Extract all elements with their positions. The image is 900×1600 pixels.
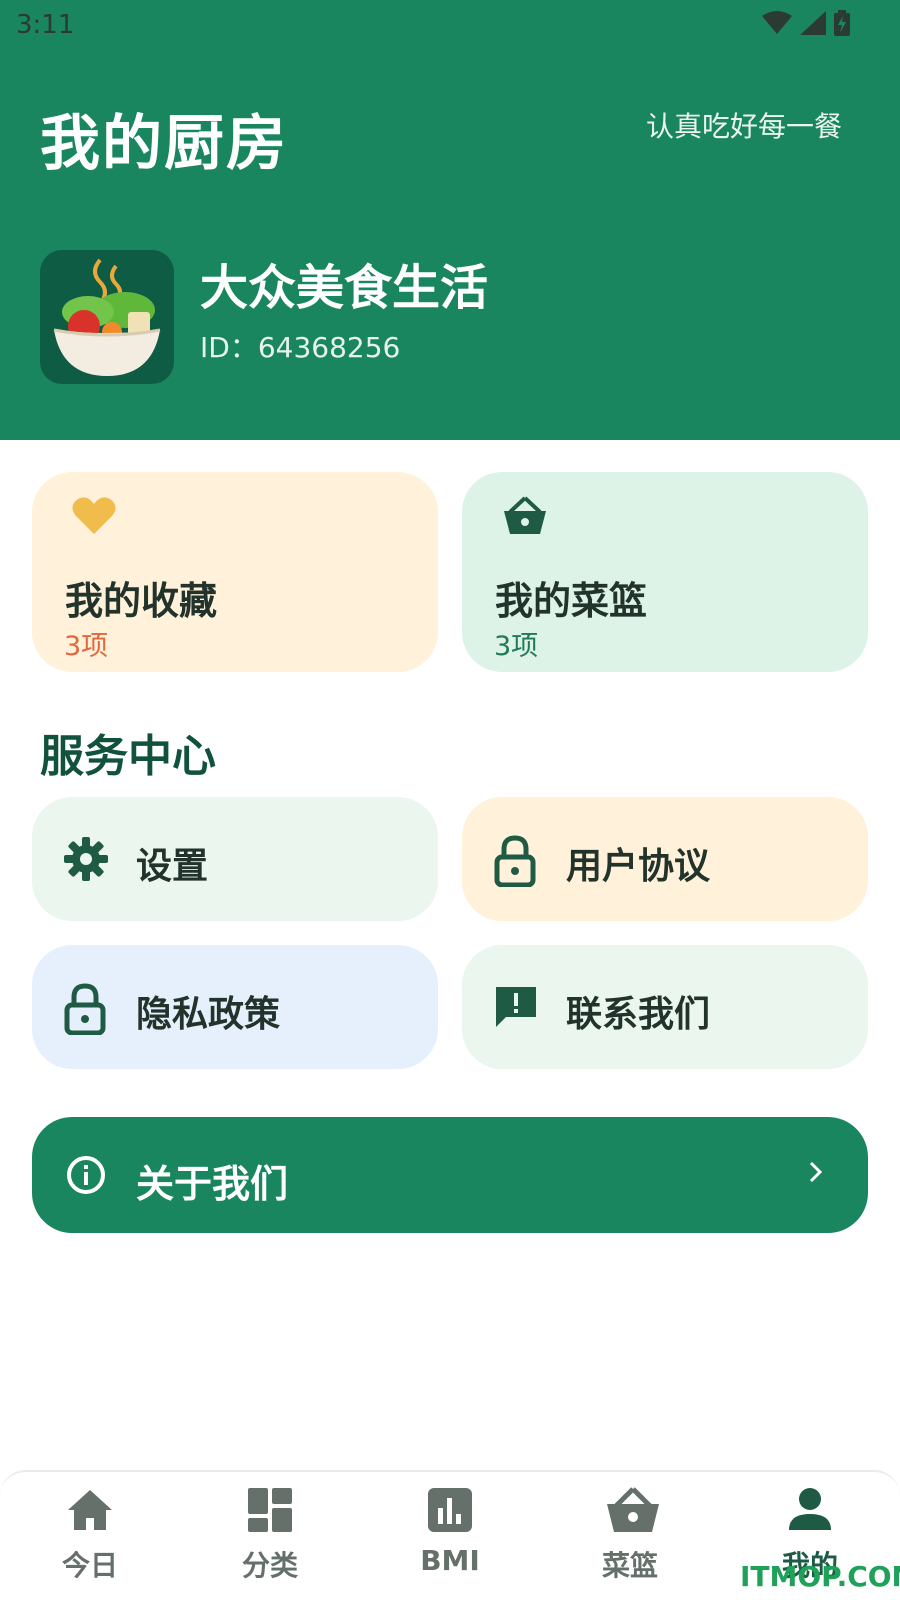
- about-us-label: 关于我们: [136, 1162, 289, 1206]
- lock-icon: [62, 983, 108, 1039]
- feedback-icon: [492, 983, 540, 1035]
- signal-icon: [800, 11, 826, 35]
- page-title: 我的厨房: [40, 109, 288, 179]
- nav-label-category: 分类: [241, 1549, 298, 1582]
- user-agreement-tile[interactable]: 用户协议: [462, 797, 868, 921]
- user-id: ID：64368256: [200, 331, 401, 364]
- contact-us-label: 联系我们: [566, 994, 711, 1035]
- person-icon: [786, 1486, 834, 1534]
- basket-card[interactable]: 我的菜篮 3项: [462, 472, 868, 672]
- contact-us-tile[interactable]: 联系我们: [462, 945, 868, 1069]
- info-icon: [66, 1155, 106, 1199]
- lock-icon: [492, 835, 538, 891]
- gear-icon: [62, 835, 110, 887]
- favorites-card[interactable]: 我的收藏 3项: [32, 472, 438, 672]
- chevron-right-icon: [808, 1159, 824, 1189]
- about-us-button[interactable]: 关于我们: [32, 1117, 868, 1233]
- nav-label-bmi: BMI: [420, 1544, 480, 1577]
- avatar[interactable]: [40, 250, 174, 384]
- heart-icon: [72, 496, 116, 540]
- dashboard-icon: [246, 1486, 294, 1534]
- nav-item-bmi[interactable]: BMI: [360, 1472, 540, 1600]
- salad-bowl-icon: [53, 258, 161, 376]
- favorites-title: 我的收藏: [65, 579, 218, 623]
- basket-title: 我的菜篮: [495, 579, 648, 623]
- settings-label: 设置: [136, 846, 209, 887]
- user-agreement-label: 用户协议: [566, 846, 711, 887]
- battery-icon: [834, 10, 850, 36]
- favorites-count: 3项: [64, 631, 109, 662]
- user-name: 大众美食生活: [200, 260, 489, 316]
- privacy-policy-label: 隐私政策: [136, 994, 281, 1035]
- nav-item-basket[interactable]: 菜篮: [540, 1472, 720, 1600]
- nav-item-today[interactable]: 今日: [0, 1472, 180, 1600]
- nav-label-basket: 菜篮: [601, 1549, 658, 1582]
- home-icon: [66, 1486, 114, 1534]
- wifi-icon: [762, 11, 792, 34]
- privacy-policy-tile[interactable]: 隐私政策: [32, 945, 438, 1069]
- nav-label-today: 今日: [61, 1549, 118, 1582]
- profile-header: 3:11 我的厨房 认真吃好每一餐 大众美食生活 ID：64368256: [0, 0, 900, 440]
- settings-tile[interactable]: 设置: [32, 797, 438, 921]
- watermark: ITMOP.COM: [740, 1560, 900, 1593]
- status-time: 3:11: [16, 10, 75, 40]
- slogan: 认真吃好每一餐: [645, 110, 842, 143]
- basket-icon: [502, 496, 548, 540]
- nav-item-category[interactable]: 分类: [180, 1472, 360, 1600]
- basket-icon: [606, 1486, 659, 1534]
- service-center-title: 服务中心: [40, 731, 216, 782]
- basket-count: 3项: [494, 631, 539, 662]
- status-icons: [762, 10, 850, 36]
- bar-chart-icon: [426, 1486, 474, 1534]
